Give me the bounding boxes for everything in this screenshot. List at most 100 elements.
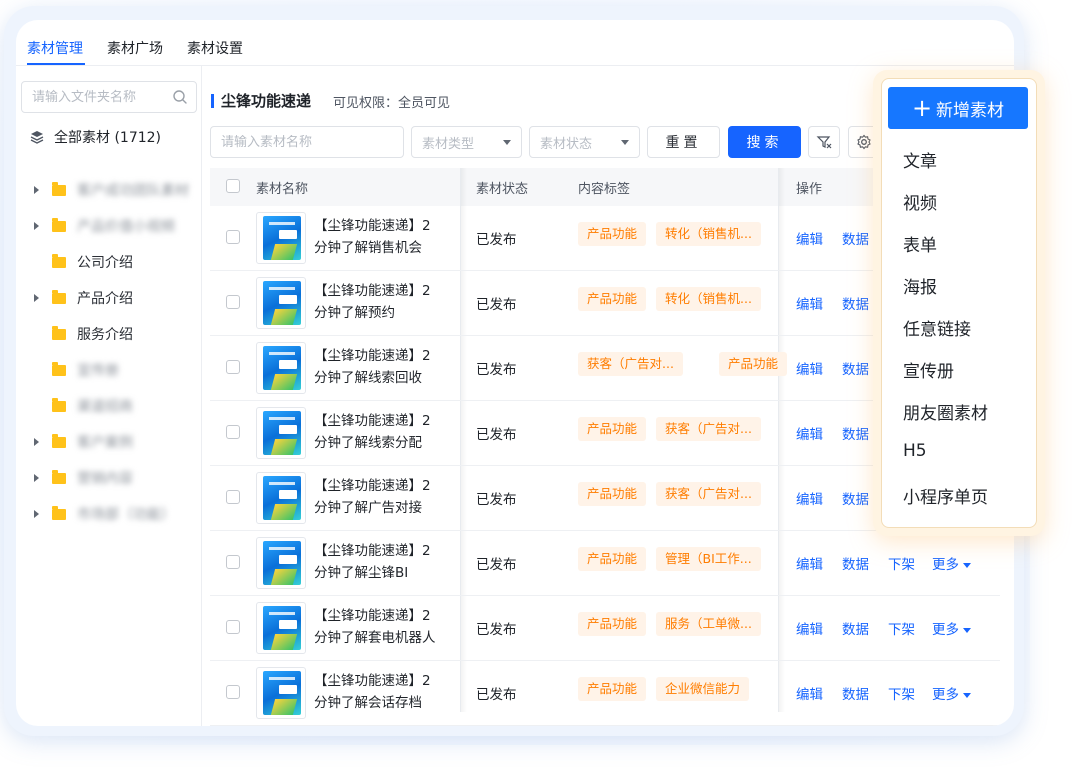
caret-right-icon[interactable] — [34, 222, 39, 230]
menu-item[interactable]: 小程序单页 — [903, 483, 988, 508]
data-link[interactable]: 数据 — [842, 488, 869, 508]
row-checkbox[interactable] — [226, 360, 240, 374]
folder-search-input[interactable] — [22, 82, 162, 112]
offline-link[interactable]: 下架 — [888, 618, 915, 638]
poster-image — [263, 476, 301, 520]
material-name[interactable]: 【尘锋功能速递】2 分钟了解销售机会 — [314, 215, 454, 259]
material-thumbnail[interactable] — [256, 667, 306, 719]
material-name[interactable]: 【尘锋功能速递】2 分钟了解广告对接 — [314, 475, 454, 519]
status-select[interactable]: 素材状态 — [529, 126, 640, 158]
material-name[interactable]: 【尘锋功能速递】2 分钟了解线索回收 — [314, 345, 454, 389]
material-name[interactable]: 【尘锋功能速递】2 分钟了解套电机器人 — [314, 605, 454, 649]
add-material-button[interactable]: + 新增素材 — [888, 87, 1028, 129]
caret-right-icon[interactable] — [34, 438, 39, 446]
material-name-line: 【尘锋功能速递】2 — [314, 348, 431, 364]
material-thumbnail[interactable] — [256, 212, 306, 264]
layers-icon — [30, 131, 44, 144]
more-dropdown[interactable]: 更多 — [932, 618, 971, 638]
caret-right-icon[interactable] — [34, 294, 39, 302]
folder-item[interactable]: 客户案例 — [16, 424, 206, 460]
material-thumbnail[interactable] — [256, 407, 306, 459]
reset-button[interactable]: 重置 — [647, 126, 720, 158]
row-checkbox[interactable] — [226, 425, 240, 439]
tab-material-management[interactable]: 素材管理 — [27, 38, 83, 58]
folder-label: 市场部（功能） — [77, 507, 175, 523]
table-row: 【尘锋功能速递】2 分钟了解会话存档 已发布 产品功能 企业微信能力 编辑 数据 下架 更多 — [210, 661, 1000, 726]
poster-graphic — [270, 634, 298, 650]
more-dropdown[interactable]: 更多 — [932, 683, 971, 703]
material-thumbnail[interactable] — [256, 277, 306, 329]
edit-link[interactable]: 编辑 — [796, 683, 823, 703]
menu-item[interactable]: 视频 — [903, 189, 937, 214]
menu-item[interactable]: 文章 — [903, 147, 937, 172]
row-checkbox[interactable] — [226, 230, 240, 244]
row-checkbox[interactable] — [226, 295, 240, 309]
row-checkbox[interactable] — [226, 490, 240, 504]
tab-material-square[interactable]: 素材广场 — [107, 38, 163, 58]
edit-link[interactable]: 编辑 — [796, 423, 823, 443]
offline-link[interactable]: 下架 — [888, 683, 915, 703]
edit-link[interactable]: 编辑 — [796, 293, 823, 313]
material-thumbnail[interactable] — [256, 342, 306, 394]
data-link[interactable]: 数据 — [842, 358, 869, 378]
all-materials-item[interactable]: 全部素材 (1712) — [30, 126, 161, 148]
select-all-checkbox[interactable] — [226, 179, 240, 193]
folder-item[interactable]: 渠道招商 — [16, 388, 206, 424]
edit-link[interactable]: 编辑 — [796, 618, 823, 638]
content-tag: 产品功能 — [578, 417, 647, 441]
more-dropdown[interactable]: 更多 — [932, 553, 971, 573]
data-link[interactable]: 数据 — [842, 618, 869, 638]
folder-item[interactable]: 服务介绍 — [16, 316, 206, 352]
material-name-input[interactable] — [221, 134, 391, 150]
folder-item[interactable]: 公司介绍 — [16, 244, 206, 280]
menu-item[interactable]: 朋友圈素材 — [903, 399, 988, 424]
material-name[interactable]: 【尘锋功能速递】2 分钟了解尘锋BI — [314, 540, 454, 584]
menu-item[interactable]: 海报 — [903, 273, 937, 298]
caret-right-icon[interactable] — [34, 186, 39, 194]
material-name[interactable]: 【尘锋功能速递】2 分钟了解线索分配 — [314, 410, 454, 454]
folder-item[interactable]: 客户成功团队素材 — [16, 172, 206, 208]
material-name[interactable]: 【尘锋功能速递】2 分钟了解预约 — [314, 280, 454, 324]
row-checkbox[interactable] — [226, 685, 240, 699]
tab-material-settings[interactable]: 素材设置 — [187, 38, 243, 58]
caret-right-icon[interactable] — [34, 474, 39, 482]
data-link[interactable]: 数据 — [842, 553, 869, 573]
menu-item[interactable]: 表单 — [903, 231, 937, 256]
data-link[interactable]: 数据 — [842, 423, 869, 443]
data-link[interactable]: 数据 — [842, 683, 869, 703]
folder-label: 产品介绍 — [77, 291, 133, 307]
folder-label: 产品价值小视频 — [77, 219, 175, 235]
offline-link[interactable]: 下架 — [888, 553, 915, 573]
edit-link[interactable]: 编辑 — [796, 228, 823, 248]
folder-item[interactable]: 营销内容 — [16, 460, 206, 496]
menu-item[interactable]: H5 — [903, 441, 927, 461]
folder-search-box[interactable] — [21, 81, 197, 113]
data-link[interactable]: 数据 — [842, 293, 869, 313]
material-thumbnail[interactable] — [256, 602, 306, 654]
material-thumbnail[interactable] — [256, 537, 306, 589]
search-icon[interactable] — [172, 89, 188, 105]
edit-link[interactable]: 编辑 — [796, 358, 823, 378]
data-link[interactable]: 数据 — [842, 228, 869, 248]
chevron-down-icon — [503, 140, 511, 145]
type-select[interactable]: 素材类型 — [411, 126, 522, 158]
search-button[interactable]: 搜索 — [728, 126, 801, 158]
material-name[interactable]: 【尘锋功能速递】2 分钟了解会话存档 — [314, 670, 454, 714]
row-checkbox[interactable] — [226, 620, 240, 634]
caret-right-icon[interactable] — [34, 510, 39, 518]
edit-link[interactable]: 编辑 — [796, 488, 823, 508]
folder-item[interactable]: 市场部（功能） — [16, 496, 206, 532]
content-tag: 获客（广告对... — [578, 352, 683, 376]
name-filter[interactable] — [210, 126, 404, 158]
folder-item[interactable]: 产品价值小视频 — [16, 208, 206, 244]
folder-item[interactable]: 产品介绍 — [16, 280, 206, 316]
menu-item[interactable]: 宣传册 — [903, 357, 954, 382]
material-thumbnail[interactable] — [256, 472, 306, 524]
row-checkbox[interactable] — [226, 555, 240, 569]
poster-image — [263, 541, 301, 585]
menu-item[interactable]: 任意链接 — [903, 315, 971, 340]
folder-item[interactable]: 宣传册 — [16, 352, 206, 388]
edit-link[interactable]: 编辑 — [796, 553, 823, 573]
material-name-line: 分钟了解会话存档 — [314, 695, 422, 711]
filter-button[interactable] — [808, 126, 840, 158]
